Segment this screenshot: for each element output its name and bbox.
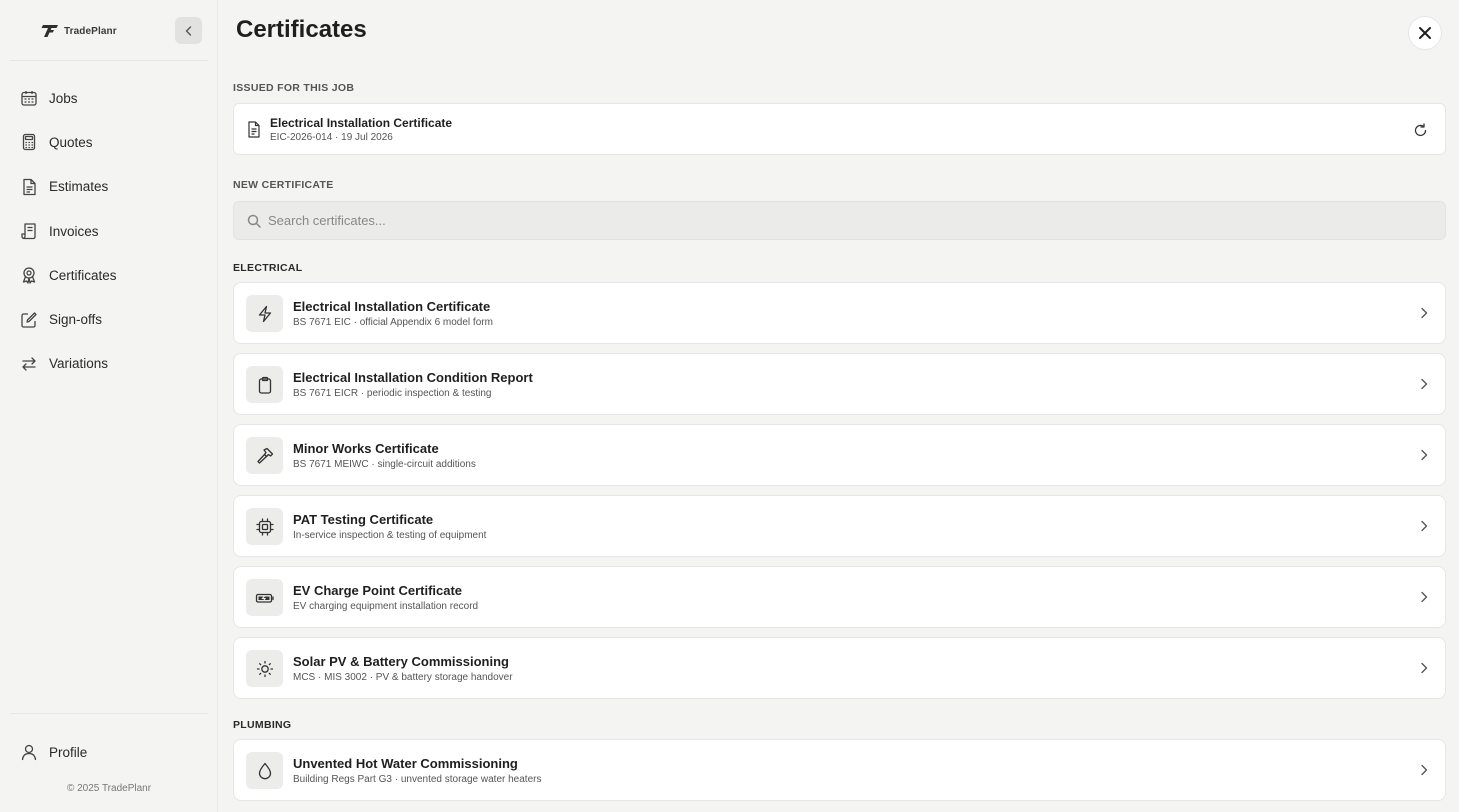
sidebar-item-label: Sign-offs: [49, 312, 103, 328]
certificate-option-eic[interactable]: Electrical Installation Certificate BS 7…: [233, 282, 1446, 344]
close-icon: [1419, 27, 1431, 39]
award-icon: [20, 266, 38, 284]
group-label-electrical: ELECTRICAL: [233, 262, 303, 274]
sidebar-item-label: Variations: [49, 356, 109, 372]
chevron-right-icon: [1421, 662, 1428, 674]
certificates-panel: Certificates ISSUED FOR THIS JOB Electri…: [218, 0, 1459, 812]
search-box: [233, 201, 1446, 240]
sidebar-divider: [10, 60, 208, 61]
edit-icon: [20, 311, 38, 329]
sidebar-divider: [10, 713, 208, 714]
certificate-option-solar-pv[interactable]: Solar PV & Battery Commissioning MCS · M…: [233, 637, 1446, 699]
sidebar-item-quotes[interactable]: Quotes: [10, 120, 208, 164]
certificate-subtitle: BS 7671 EICR · periodic inspection & tes…: [293, 388, 492, 399]
sidebar-item-label: Profile: [49, 744, 88, 760]
certificate-option-unvented-hot-water[interactable]: Unvented Hot Water Commissioning Buildin…: [233, 739, 1446, 801]
certificate-subtitle: In-service inspection & testing of equip…: [293, 530, 487, 541]
page-title: Certificates: [236, 16, 367, 43]
sidebar-item-jobs[interactable]: Jobs: [10, 76, 208, 120]
profile-link[interactable]: Profile: [10, 730, 208, 774]
search-input[interactable]: [268, 202, 1428, 239]
certificate-title: Solar PV & Battery Commissioning: [293, 654, 509, 669]
chevron-right-icon: [1421, 378, 1428, 390]
certificate-title: Unvented Hot Water Commissioning: [293, 756, 518, 771]
hammer-icon: [246, 437, 283, 474]
sidebar-item-sign-offs[interactable]: Sign-offs: [10, 297, 208, 341]
certificate-title: PAT Testing Certificate: [293, 512, 434, 527]
collapse-sidebar-button[interactable]: [175, 17, 202, 44]
certificate-subtitle: BS 7671 MEIWC · single-circuit additions: [293, 459, 476, 470]
certificate-subtitle: EV charging equipment installation recor…: [293, 601, 479, 612]
chevron-right-icon: [1421, 307, 1428, 319]
chip-icon: [246, 508, 283, 545]
chevron-right-icon: [1421, 764, 1428, 776]
sidebar-item-label: Certificates: [49, 267, 117, 283]
issued-certificate-meta: EIC-2026-014 · 19 Jul 2026: [270, 132, 393, 143]
brand-name: TradePlanr: [64, 25, 117, 37]
certificate-title: EV Charge Point Certificate: [293, 583, 463, 598]
certificate-title: Minor Works Certificate: [293, 441, 439, 456]
issued-certificate-card[interactable]: Electrical Installation Certificate EIC-…: [233, 103, 1446, 155]
calendar-icon: [20, 89, 38, 107]
clipboard-icon: [246, 366, 283, 403]
sun-icon: [246, 650, 283, 687]
brand-logo[interactable]: TradePlanr: [40, 22, 117, 40]
chevron-right-icon: [1421, 520, 1428, 532]
sidebar-item-label: Estimates: [49, 179, 109, 195]
issued-certificate-title: Electrical Installation Certificate: [270, 116, 453, 130]
sidebar-item-label: Quotes: [49, 134, 93, 150]
lightning-icon: [246, 295, 283, 332]
certificate-option-pat[interactable]: PAT Testing Certificate In-service inspe…: [233, 495, 1446, 557]
swap-arrows-icon: [20, 355, 38, 373]
battery-charging-icon: [246, 579, 283, 616]
document-icon: [246, 121, 262, 143]
close-button[interactable]: [1408, 16, 1442, 50]
certificate-title: Electrical Installation Condition Report: [293, 370, 533, 385]
receipt-icon: [20, 222, 38, 240]
tradeplanr-logo-icon: [40, 24, 60, 38]
sidebar-nav: Jobs Quotes Estimates Invoices Certifica…: [10, 76, 208, 386]
sidebar-item-variations[interactable]: Variations: [10, 342, 208, 386]
new-section-label: NEW CERTIFICATE: [233, 179, 334, 191]
sidebar-item-invoices[interactable]: Invoices: [10, 209, 208, 253]
document-icon: [20, 178, 38, 196]
chevron-right-icon: [1421, 449, 1428, 461]
sidebar-item-label: Jobs: [49, 90, 78, 106]
certificate-option-minor-works[interactable]: Minor Works Certificate BS 7671 MEIWC · …: [233, 424, 1446, 486]
sidebar: TradePlanr Jobs Quotes Estimates Invoice…: [0, 0, 218, 812]
certificate-option-ev[interactable]: EV Charge Point Certificate EV charging …: [233, 566, 1446, 628]
sidebar-item-estimates[interactable]: Estimates: [10, 165, 208, 209]
search-icon: [247, 214, 261, 233]
chevron-right-icon: [1421, 591, 1428, 603]
certificate-title: Electrical Installation Certificate: [293, 299, 491, 314]
calculator-icon: [20, 133, 38, 151]
sidebar-item-certificates[interactable]: Certificates: [10, 253, 208, 297]
certificate-subtitle: BS 7671 EIC · official Appendix 6 model …: [293, 317, 493, 328]
sidebar-item-profile[interactable]: Profile: [10, 730, 208, 774]
certificate-subtitle: MCS · MIS 3002 · PV & battery storage ha…: [293, 672, 513, 683]
certificate-subtitle: Building Regs Part G3 · unvented storage…: [293, 774, 542, 785]
group-label-plumbing: PLUMBING: [233, 719, 292, 731]
copyright-text: © 2025 TradePlanr: [66, 783, 152, 794]
certificate-option-eicr[interactable]: Electrical Installation Condition Report…: [233, 353, 1446, 415]
sidebar-item-label: Invoices: [49, 223, 99, 239]
user-icon: [20, 743, 38, 761]
refresh-icon: [1414, 122, 1426, 136]
droplet-icon: [246, 752, 283, 789]
issued-section-label: ISSUED FOR THIS JOB: [233, 82, 355, 94]
chevron-left-icon: [185, 25, 191, 36]
regenerate-button[interactable]: [1411, 121, 1429, 139]
